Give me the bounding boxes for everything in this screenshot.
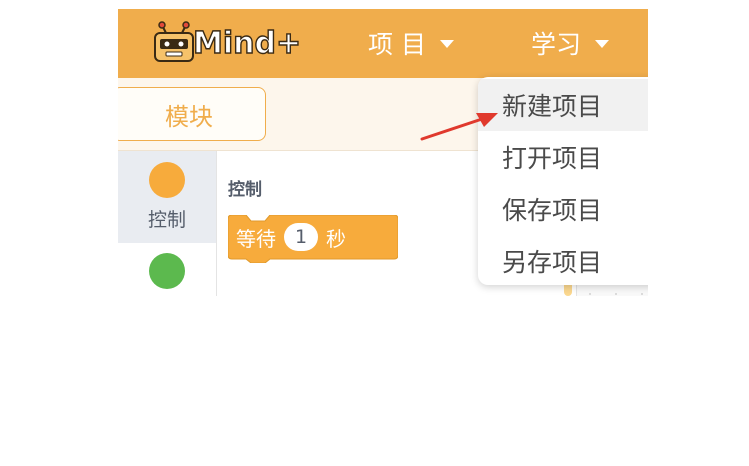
mindplus-logo[interactable]: Mind+ (152, 21, 302, 65)
menu-learn[interactable]: 学习 (531, 26, 610, 60)
logo-text: Mind+ (192, 25, 302, 61)
block-suffix-text: 秒 (326, 226, 346, 251)
menu-item-open-project[interactable]: 打开项目 (478, 131, 648, 183)
category-operators[interactable] (118, 243, 216, 296)
menu-project-label: 项 目 (368, 30, 426, 59)
robot-logo-icon (154, 21, 194, 62)
wait-seconds-block[interactable]: 等待 1 秒 (228, 215, 398, 263)
palette-section-title: 控制 (228, 180, 262, 200)
menu-item-save-project[interactable]: 保存项目 (478, 183, 648, 235)
project-dropdown-menu: 新建项目 打开项目 保存项目 另存项目 (478, 77, 648, 285)
caret-down-icon (439, 40, 454, 48)
tab-modules[interactable]: 模块 (118, 87, 266, 141)
menu-item-new-project[interactable]: 新建项目 (478, 79, 648, 131)
category-color-dot (149, 162, 185, 198)
menu-item-save-as-project[interactable]: 另存项目 (478, 235, 648, 285)
category-label: 控制 (147, 209, 186, 231)
category-control[interactable]: 控制 (118, 151, 216, 243)
screenshot-stage: Mind+ 项 目 学习 模块 控制 控制 等待 1 秒 新建项目 打开项目 保… (0, 0, 749, 466)
top-menu-bar: Mind+ 项 目 学习 (118, 9, 648, 78)
mindplus-app: Mind+ 项 目 学习 模块 控制 控制 等待 1 秒 新建项目 打开项目 保… (118, 9, 648, 296)
block-prefix-text: 等待 (236, 226, 276, 251)
category-color-dot (149, 253, 185, 289)
menu-project[interactable]: 项 目 (368, 26, 454, 60)
red-arrow-icon (420, 113, 498, 141)
category-list: 控制 (118, 151, 217, 296)
menu-learn-label: 学习 (531, 30, 582, 59)
caret-down-icon (595, 40, 610, 48)
block-content: 等待 1 秒 (236, 223, 346, 251)
block-number-input[interactable]: 1 (284, 223, 318, 251)
